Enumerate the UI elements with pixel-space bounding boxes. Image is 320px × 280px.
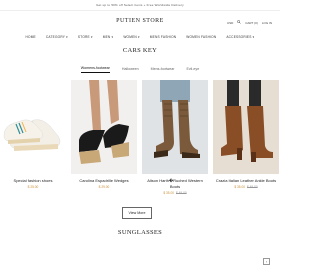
product-image-western-boots[interactable] bbox=[142, 80, 208, 174]
product-name[interactable]: Crazia Italian Leather Ankle Boots bbox=[213, 178, 279, 184]
header-tools: USD CART (0) LOG IN bbox=[227, 20, 272, 25]
login-link[interactable]: LOG IN bbox=[262, 21, 272, 25]
site-header: PUTIEN STORE USD CART (0) LOG IN bbox=[0, 11, 280, 33]
cart-link[interactable]: CART (0) bbox=[245, 21, 258, 25]
chevron-right-icon[interactable]: › bbox=[263, 258, 270, 265]
product-tabs: Womens-footwear Halloween Mens-footwear … bbox=[0, 66, 280, 73]
nav-item-category[interactable]: CATEGORY ▾ bbox=[46, 35, 68, 39]
nav-item-men[interactable]: MEN ▾ bbox=[103, 35, 114, 39]
product-image-sneakers[interactable] bbox=[0, 80, 66, 174]
currency-selector[interactable]: USD bbox=[227, 21, 233, 25]
nav-item-home[interactable]: HOME bbox=[26, 35, 36, 39]
product-name[interactable]: Carolina Espadrille Wedges bbox=[71, 178, 137, 184]
product-image-wedges[interactable] bbox=[71, 80, 137, 174]
product-price: $ 25.00 bbox=[27, 185, 39, 189]
announcement-bar: Get up to 50% off Select items + Free Wo… bbox=[0, 0, 280, 11]
nav-item-store[interactable]: STORE ▾ bbox=[78, 35, 93, 39]
view-more-button[interactable]: View More bbox=[122, 207, 152, 219]
product-price: $ 35.00 $ 49.00 bbox=[163, 191, 187, 195]
product-name[interactable]: Special fashion shoes bbox=[0, 178, 66, 184]
product-name[interactable]: Alison Harth�Ruched Western Boots bbox=[142, 178, 208, 190]
tab-womens-footwear[interactable]: Womens-footwear bbox=[80, 66, 110, 73]
product-image-ankle-boots[interactable] bbox=[213, 80, 279, 174]
product-card[interactable]: Alison Harth�Ruched Western Boots $ 35.0… bbox=[142, 80, 208, 195]
product-card[interactable]: Carolina Espadrille Wedges $ 29.00 bbox=[71, 80, 137, 189]
tab-evil-eye[interactable]: Evil-eye bbox=[186, 67, 199, 73]
product-price: $ 29.00 bbox=[98, 185, 110, 189]
product-card[interactable]: Special fashion shoes $ 25.00 bbox=[0, 80, 66, 189]
section-title-sunglasses: SUNGLASSES bbox=[117, 229, 163, 236]
announcement-text: Get up to 50% off Select items + Free Wo… bbox=[96, 3, 184, 7]
main-nav: HOME CATEGORY ▾ STORE ▾ MEN ▾ WOMEN ▾ ME… bbox=[0, 33, 280, 41]
product-grid: Special fashion shoes $ 25.00 Carolina E… bbox=[0, 80, 280, 210]
nav-item-women-fashion[interactable]: WOMEN FASHION bbox=[186, 35, 216, 39]
nav-item-accessories[interactable]: ACCESSORIES ▾ bbox=[226, 35, 254, 39]
section-title-cars-key: CARS KEY bbox=[122, 47, 158, 54]
product-card[interactable]: Crazia Italian Leather Ankle Boots $ 35.… bbox=[213, 80, 279, 189]
product-price: $ 35.00 $ 49.00 bbox=[234, 185, 258, 189]
tab-mens-footwear[interactable]: Mens-footwear bbox=[151, 67, 175, 73]
nav-item-mens-fashion[interactable]: MENS FASHION bbox=[150, 35, 177, 39]
nav-item-women[interactable]: WOMEN ▾ bbox=[123, 35, 139, 39]
tab-halloween[interactable]: Halloween bbox=[122, 67, 139, 73]
search-icon[interactable] bbox=[237, 20, 242, 25]
